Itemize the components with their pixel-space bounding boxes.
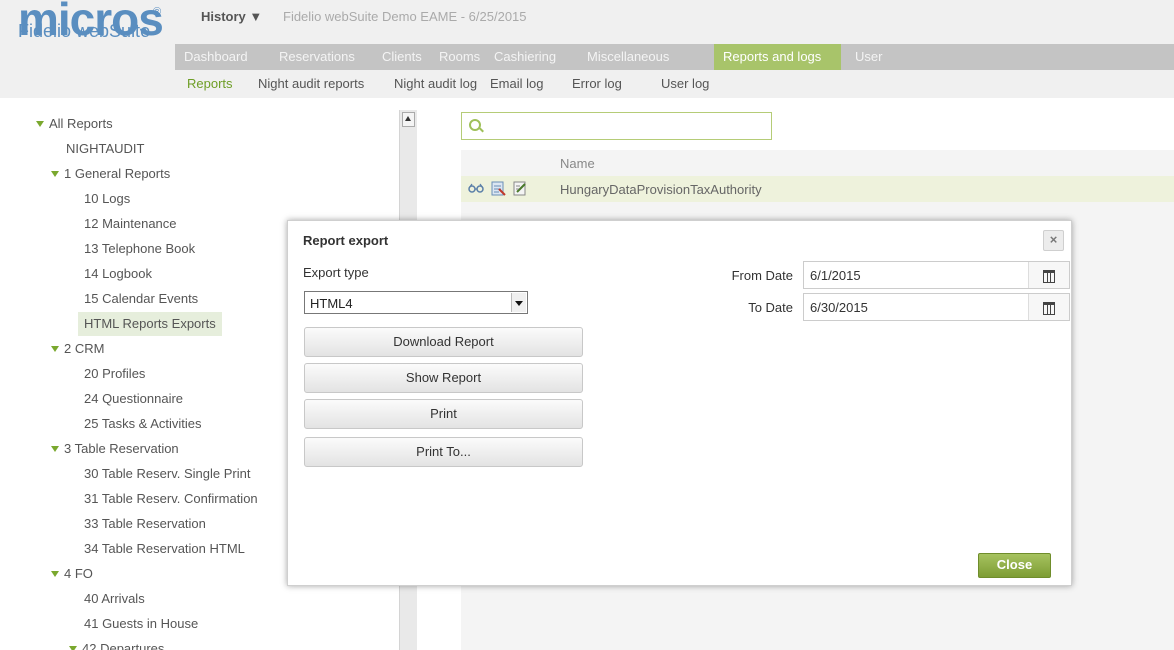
table-row[interactable]: HungaryDataProvisionTaxAuthority: [461, 176, 1174, 202]
subnav-reports[interactable]: Reports: [187, 70, 233, 98]
report-name: HungaryDataProvisionTaxAuthority: [560, 182, 762, 197]
list-header: Name: [461, 152, 1174, 176]
tree-item[interactable]: 13 Telephone Book: [84, 237, 195, 261]
expand-arrow-icon: [36, 121, 44, 127]
tree-item[interactable]: 31 Table Reserv. Confirmation: [84, 487, 258, 511]
app-title: Fidelio webSuite Demo EAME - 6/25/2015: [283, 9, 527, 24]
report-export-dialog: Report export × Export type HTML4 Downlo…: [287, 220, 1072, 586]
from-date-value: 6/1/2015: [810, 268, 861, 283]
scroll-up-arrow-icon[interactable]: [402, 112, 415, 127]
dialog-title: Report export: [303, 233, 389, 248]
tree-item[interactable]: 25 Tasks & Activities: [84, 412, 202, 436]
tree-item[interactable]: 30 Table Reserv. Single Print: [84, 462, 250, 486]
show-report-button[interactable]: Show Report: [304, 363, 583, 393]
subnav-night-audit-reports[interactable]: Night audit reports: [258, 70, 364, 98]
subnav-night-audit-log[interactable]: Night audit log: [394, 70, 477, 98]
tree-item-general-reports[interactable]: 1 General Reports: [51, 162, 170, 186]
tree-item-table-reservation[interactable]: 3 Table Reservation: [51, 437, 179, 461]
main-nav: Dashboard Reservations Clients Rooms Cas…: [175, 44, 1174, 70]
micros-logo: micros ® Fidelio webSuite: [18, 0, 178, 48]
chevron-down-icon[interactable]: [511, 293, 526, 312]
close-icon[interactable]: ×: [1043, 230, 1064, 251]
sub-nav: Reports Night audit reports Night audit …: [0, 70, 1174, 98]
expand-arrow-icon: [51, 171, 59, 177]
view-icon[interactable]: [468, 182, 484, 197]
search-icon: [469, 119, 481, 131]
tree-item[interactable]: 14 Logbook: [84, 262, 152, 286]
close-button[interactable]: Close: [978, 553, 1051, 578]
tree-item[interactable]: NIGHTAUDIT: [66, 137, 144, 161]
logo-product: Fidelio webSuite: [18, 21, 151, 41]
history-menu[interactable]: History ▼: [201, 9, 262, 24]
nav-dashboard[interactable]: Dashboard: [175, 44, 257, 70]
calendar-icon[interactable]: [1028, 262, 1069, 288]
nav-cashiering[interactable]: Cashiering: [485, 44, 565, 70]
print-to-button[interactable]: Print To...: [304, 437, 583, 467]
expand-arrow-icon: [51, 571, 59, 577]
export-type-value: HTML4: [310, 296, 353, 311]
tree-item-all-reports[interactable]: All Reports: [36, 112, 113, 136]
tree-item[interactable]: 15 Calendar Events: [84, 287, 198, 311]
edit-icon[interactable]: [512, 180, 528, 200]
export-type-label: Export type: [303, 265, 369, 280]
tree-item-fo[interactable]: 4 FO: [51, 562, 93, 586]
nav-rooms[interactable]: Rooms: [430, 44, 489, 70]
download-report-button[interactable]: Download Report: [304, 327, 583, 357]
subnav-error-log[interactable]: Error log: [572, 70, 622, 98]
to-date-value: 6/30/2015: [810, 300, 868, 315]
tree-item-selected[interactable]: HTML Reports Exports: [78, 312, 222, 336]
column-name-header[interactable]: Name: [560, 156, 595, 171]
expand-arrow-icon: [69, 646, 77, 650]
tree-item[interactable]: 12 Maintenance: [84, 212, 177, 236]
nav-user[interactable]: User: [846, 44, 891, 70]
tree-item[interactable]: 41 Guests in House: [84, 612, 198, 636]
export-type-select[interactable]: HTML4: [304, 291, 528, 314]
tree-item[interactable]: 40 Arrivals: [84, 587, 145, 611]
tree-item-crm[interactable]: 2 CRM: [51, 337, 104, 361]
tree-item[interactable]: 20 Profiles: [84, 362, 145, 386]
from-date-label: From Date: [731, 268, 793, 283]
export-icon[interactable]: [490, 180, 506, 200]
tree-item[interactable]: 24 Questionnaire: [84, 387, 183, 411]
subnav-email-log[interactable]: Email log: [490, 70, 543, 98]
print-button[interactable]: Print: [304, 399, 583, 429]
logo-reg-mark: ®: [153, 6, 162, 18]
subnav-user-log[interactable]: User log: [661, 70, 709, 98]
nav-clients[interactable]: Clients: [373, 44, 431, 70]
from-date-field[interactable]: 6/1/2015: [803, 261, 1070, 289]
tree-item[interactable]: 10 Logs: [84, 187, 130, 211]
nav-miscellaneous[interactable]: Miscellaneous: [578, 44, 678, 70]
expand-arrow-icon: [51, 446, 59, 452]
nav-reservations[interactable]: Reservations: [270, 44, 364, 70]
to-date-field[interactable]: 6/30/2015: [803, 293, 1070, 321]
nav-reports-and-logs[interactable]: Reports and logs: [714, 44, 841, 70]
tree-item-departures[interactable]: 42 Departures: [69, 637, 164, 650]
search-input[interactable]: [461, 112, 772, 140]
tree-item[interactable]: 34 Table Reservation HTML: [84, 537, 245, 561]
calendar-icon[interactable]: [1028, 294, 1069, 320]
to-date-label: To Date: [748, 300, 793, 315]
expand-arrow-icon: [51, 346, 59, 352]
tree-item[interactable]: 33 Table Reservation: [84, 512, 206, 536]
